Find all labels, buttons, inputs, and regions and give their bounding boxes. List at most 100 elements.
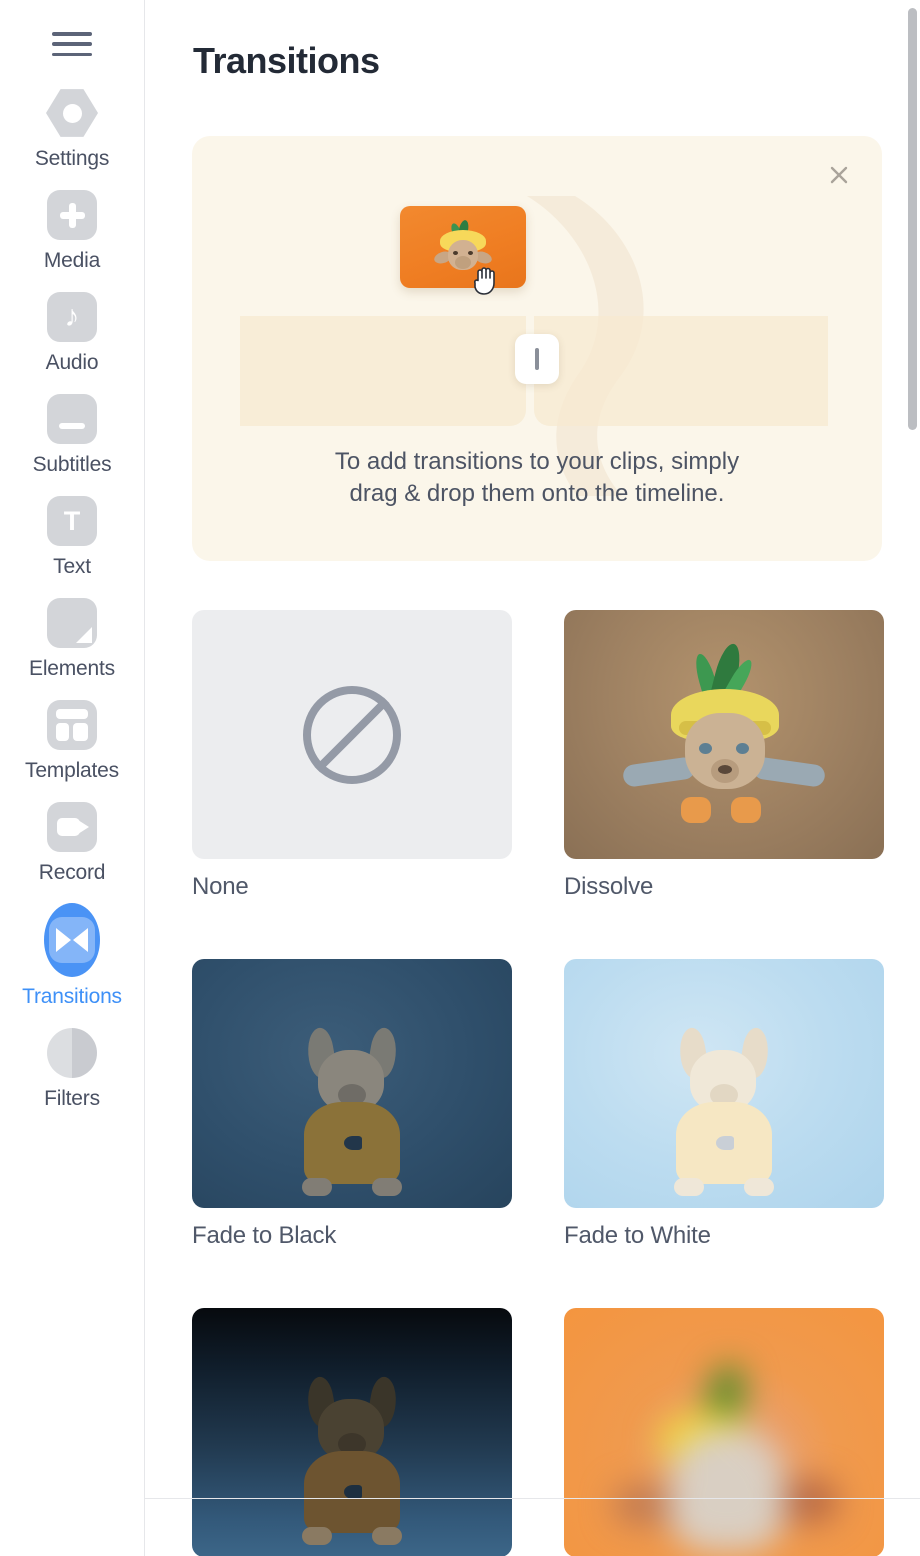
templates-icon-shape xyxy=(47,700,97,750)
transition-seam-handle[interactable] xyxy=(515,334,559,384)
shirt-logo xyxy=(344,1136,362,1150)
sidebar-item-subtitles[interactable]: Subtitles xyxy=(0,391,144,475)
camera-icon xyxy=(44,799,100,855)
sidebar-item-filters[interactable]: Filters xyxy=(0,1025,144,1109)
transition-preview[interactable] xyxy=(192,610,512,859)
grab-hand-cursor xyxy=(474,267,495,295)
music-note-icon-shape: ♪ xyxy=(47,292,97,342)
sidebar-item-label: Record xyxy=(38,861,106,884)
dog-paw-right xyxy=(372,1178,402,1196)
contrast-icon-shape xyxy=(47,1028,97,1078)
transition-card-dissolve[interactable]: Dissolve xyxy=(564,610,884,901)
camera-icon-lens xyxy=(78,820,89,834)
dog-illustration xyxy=(619,641,829,837)
transition-preview[interactable] xyxy=(192,959,512,1208)
transition-label: None xyxy=(192,873,249,900)
transitions-icon xyxy=(44,901,100,979)
transition-preview[interactable] xyxy=(564,959,884,1208)
templates-icon-top xyxy=(56,709,88,719)
text-icon-shape: T xyxy=(47,496,97,546)
dog-paw-left xyxy=(674,1178,704,1196)
subtitles-icon-shape xyxy=(47,394,97,444)
camera-icon-shape xyxy=(47,802,97,852)
text-icon-glyph: T xyxy=(63,505,81,536)
transitions-icon-circle xyxy=(44,903,100,977)
hamburger-icon[interactable] xyxy=(52,29,92,59)
sidebar-item-record[interactable]: Record xyxy=(0,799,144,883)
dog-nose xyxy=(718,765,732,774)
close-icon-glyph xyxy=(830,166,848,184)
dog-eye-left xyxy=(453,251,458,255)
vertical-scrollbar[interactable] xyxy=(906,0,920,1556)
sidebar-item-transitions[interactable]: Transitions xyxy=(0,901,144,1007)
gear-icon xyxy=(44,85,100,141)
templates-icon-bottom-right xyxy=(73,723,88,741)
sidebar-item-templates[interactable]: Templates xyxy=(0,697,144,781)
plus-icon-horizontal xyxy=(59,211,85,219)
dog-eye-right xyxy=(468,251,473,255)
transition-card-gradient-fade[interactable]: Gradient Fade xyxy=(192,1308,512,1556)
transition-card-none[interactable]: None xyxy=(192,610,512,901)
hamburger-bar xyxy=(52,42,92,46)
transition-label: Dissolve xyxy=(564,873,654,900)
transitions-grid: None Dissolve Fade to Black Fade to Whit… xyxy=(192,610,884,1556)
dog-illustration xyxy=(286,1026,418,1202)
dog-paw-right xyxy=(372,1527,402,1545)
transition-label: Fade to Black xyxy=(192,1222,337,1249)
dog-illustration xyxy=(286,1375,418,1551)
shirt-logo xyxy=(344,1485,362,1499)
transition-preview[interactable] xyxy=(564,610,884,859)
dog-paw-right xyxy=(731,797,761,823)
dog-body xyxy=(669,1429,785,1551)
transitions-icon-triangle-right xyxy=(73,928,88,952)
seam-handle-bar xyxy=(535,348,539,370)
sidebar-item-label: Templates xyxy=(25,759,119,782)
close-icon[interactable] xyxy=(822,158,856,192)
dog-illustration xyxy=(658,1026,790,1202)
dog-eye-right xyxy=(736,743,749,754)
hamburger-bar xyxy=(52,32,92,36)
elements-icon xyxy=(44,595,100,651)
banner-text: To add transitions to your clips, simply… xyxy=(192,446,882,511)
transition-card-cross-blur[interactable]: Cross Blur xyxy=(564,1308,884,1556)
dog-paw-left xyxy=(302,1178,332,1196)
plus-icon-shape xyxy=(47,190,97,240)
sidebar-item-settings[interactable]: Settings xyxy=(0,85,144,169)
dog-paw-left xyxy=(302,1527,332,1545)
subtitles-icon-line xyxy=(59,423,85,429)
contrast-icon xyxy=(44,1025,100,1081)
music-note-glyph: ♪ xyxy=(64,300,80,333)
no-transition-icon xyxy=(303,685,401,784)
dog-illustration-blurred xyxy=(609,1357,839,1556)
bottom-divider xyxy=(145,1498,920,1499)
transitions-icon-inner xyxy=(49,917,95,963)
transition-card-fade-to-white[interactable]: Fade to White xyxy=(564,959,884,1250)
dog-eye-left xyxy=(699,743,712,754)
sidebar-item-media[interactable]: Media xyxy=(0,187,144,271)
timeline-track-right xyxy=(534,316,828,426)
subtitles-icon xyxy=(44,391,100,447)
gear-icon-shape xyxy=(46,89,98,137)
camera-icon-body xyxy=(57,818,80,836)
transition-preview[interactable] xyxy=(192,1308,512,1556)
sidebar-item-label: Elements xyxy=(29,657,115,680)
transition-card-fade-to-black[interactable]: Fade to Black xyxy=(192,959,512,1250)
transition-preview[interactable] xyxy=(564,1308,884,1556)
templates-icon-bottom-left xyxy=(56,723,69,741)
sidebar-item-label: Subtitles xyxy=(32,453,112,476)
elements-icon-shape xyxy=(47,598,97,648)
hamburger-bar xyxy=(52,52,92,56)
sidebar-item-elements[interactable]: Elements xyxy=(0,595,144,679)
banner-text-line-1: To add transitions to your clips, simply xyxy=(334,448,740,475)
sidebar-item-label: Media xyxy=(43,249,101,272)
sidebar-item-audio[interactable]: ♪ Audio xyxy=(0,289,144,373)
dog-snout xyxy=(455,256,471,269)
dragged-clip-thumbnail[interactable] xyxy=(400,206,526,288)
sidebar-item-text[interactable]: T Text xyxy=(0,493,144,577)
scrollbar-thumb[interactable] xyxy=(908,8,917,430)
sidebar-item-label: Transitions xyxy=(22,985,122,1008)
page-title: Transitions xyxy=(193,40,380,81)
sidebar-item-label: Audio xyxy=(45,351,99,374)
sidebar-item-label: Text xyxy=(53,555,91,578)
music-note-icon: ♪ xyxy=(44,289,100,345)
